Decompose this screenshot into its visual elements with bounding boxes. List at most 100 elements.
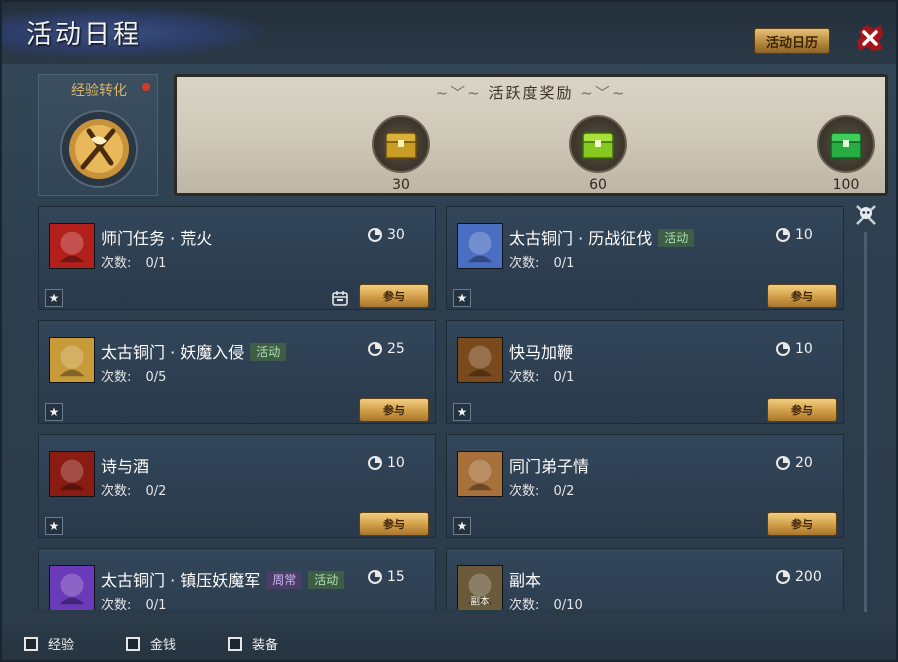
- count-value: 0/2: [553, 484, 575, 499]
- activity-name: 同门弟子情: [509, 453, 589, 477]
- activity-card: 太古铜门 · 镇压妖魔军周常活动 次数: 0/1 15 ★ 参与: [38, 548, 436, 610]
- count-label: 次数:: [509, 370, 540, 385]
- points-value: 10: [795, 341, 813, 357]
- activity-points-icon: [776, 456, 790, 470]
- checkbox[interactable]: [126, 636, 140, 651]
- star-icon: ★: [48, 291, 60, 305]
- activity-count: 次数: 0/2: [509, 480, 574, 499]
- count-label: 次数:: [101, 256, 132, 271]
- activity-title: 太古铜门 · 镇压妖魔军: [101, 571, 261, 590]
- chest-value: 100: [832, 177, 860, 193]
- activity-title: 同门弟子情: [509, 457, 590, 476]
- points-value: 15: [387, 569, 405, 585]
- star-icon: ★: [48, 405, 60, 419]
- favorite-star-button[interactable]: ★: [45, 289, 63, 307]
- favorite-star-button[interactable]: ★: [453, 289, 471, 307]
- activity-count: 次数: 0/10: [509, 594, 583, 610]
- count-value: 0/2: [145, 484, 167, 499]
- activity-card: 太古铜门 · 历战征伐 活动 次数: 0/1 10 ★ 参与: [446, 206, 844, 310]
- activity-icon: [49, 565, 95, 610]
- activity-icon: [457, 451, 503, 497]
- activity-name: 快马加鞭: [509, 339, 573, 363]
- notification-dot: [142, 83, 150, 91]
- filter-exp[interactable]: 经验: [24, 634, 74, 653]
- reward-chest-100[interactable]: [817, 115, 875, 173]
- activity-card: 诗与酒 次数: 0/2 10 ★ 参与: [38, 434, 436, 538]
- scrollbar[interactable]: [854, 202, 878, 612]
- activity-name: 师门任务 · 荒火: [101, 225, 212, 249]
- filter-money[interactable]: 金钱: [126, 634, 176, 653]
- activity-points-icon: [776, 342, 790, 356]
- activity-points: 10: [775, 341, 813, 357]
- calendar-icon[interactable]: [331, 289, 349, 307]
- star-icon: ★: [456, 519, 468, 533]
- points-value: 200: [795, 569, 822, 585]
- activity-points-icon: [368, 342, 382, 356]
- reward-title: ~﹀~ 活跃度奖励 ~﹀~: [435, 84, 627, 102]
- filter-label: 金钱: [150, 638, 177, 653]
- activity-list: 师门任务 · 荒火 次数: 0/1 30 ★ 参与 太古铜门 · 历战征伐 活动…: [38, 206, 844, 610]
- reward-chest-60[interactable]: [569, 115, 627, 173]
- points-value: 30: [387, 227, 405, 243]
- favorite-star-button[interactable]: ★: [453, 517, 471, 535]
- close-button[interactable]: [852, 20, 888, 56]
- activity-title: 副本: [509, 571, 542, 590]
- checkbox[interactable]: [228, 636, 242, 651]
- emerald-chest-icon: [830, 132, 862, 159]
- filter-bar: 经验 金钱 装备: [2, 614, 896, 660]
- activity-points-icon: [368, 570, 382, 584]
- activity-tag: 活动: [250, 343, 287, 361]
- join-button[interactable]: 参与: [359, 284, 429, 308]
- favorite-star-button[interactable]: ★: [45, 403, 63, 421]
- activity-count: 次数: 0/5: [101, 366, 166, 385]
- activity-points: 30: [367, 227, 405, 243]
- activity-points: 10: [367, 455, 405, 471]
- star-icon: ★: [48, 519, 60, 533]
- favorite-star-button[interactable]: ★: [45, 517, 63, 535]
- gold-chest-icon: [385, 132, 417, 159]
- chest-value: 60: [589, 177, 607, 193]
- title-bar: 活动日程 活动日历: [2, 2, 896, 64]
- star-icon: ★: [456, 405, 468, 419]
- count-value: 0/5: [145, 370, 167, 385]
- activity-icon: 副本: [457, 565, 503, 610]
- join-button[interactable]: 参与: [767, 284, 837, 308]
- activity-count: 次数: 0/2: [101, 480, 166, 499]
- filter-label: 经验: [48, 638, 75, 653]
- activity-points: 15: [367, 569, 405, 585]
- activity-name: 副本: [509, 567, 541, 591]
- sword-emblem-icon: [60, 110, 138, 188]
- activity-card: 太古铜门 · 妖魔入侵 活动 次数: 0/5 25 ★ 参与: [38, 320, 436, 424]
- activity-calendar-button[interactable]: 活动日历: [754, 28, 830, 54]
- count-label: 次数:: [101, 370, 132, 385]
- activity-points: 25: [367, 341, 405, 357]
- activity-name: 诗与酒: [101, 453, 149, 477]
- skull-crossbones-icon: [856, 205, 876, 225]
- activity-schedule-window: 活动日程 活动日历 经验转化 ~﹀~ 活跃度奖励 ~﹀~ 30 60 100 师…: [0, 0, 898, 662]
- star-icon: ★: [456, 291, 468, 305]
- exp-convert-panel[interactable]: 经验转化: [38, 74, 158, 196]
- join-button[interactable]: 参与: [359, 398, 429, 422]
- filter-label: 装备: [252, 638, 279, 653]
- activity-name: 太古铜门 · 妖魔入侵 活动: [101, 339, 287, 363]
- reward-chest-30[interactable]: [372, 115, 430, 173]
- chest-value: 30: [392, 177, 410, 193]
- activity-icon: [457, 337, 503, 383]
- count-label: 次数:: [509, 256, 540, 271]
- activity-points-icon: [368, 228, 382, 242]
- join-button[interactable]: 参与: [767, 512, 837, 536]
- activity-card: 副本 副本 次数: 0/10 200 ★ 参与: [446, 548, 844, 610]
- favorite-star-button[interactable]: ★: [453, 403, 471, 421]
- activity-count: 次数: 0/1: [509, 252, 574, 271]
- checkbox[interactable]: [24, 636, 38, 651]
- join-button[interactable]: 参与: [767, 398, 837, 422]
- filter-equipment[interactable]: 装备: [228, 634, 278, 653]
- close-icon: [857, 25, 883, 51]
- activity-icon-text: 副本: [470, 595, 490, 607]
- scrollbar-track[interactable]: [864, 232, 867, 612]
- points-value: 10: [795, 227, 813, 243]
- activity-card: 同门弟子情 次数: 0/2 20 ★ 参与: [446, 434, 844, 538]
- activity-tag: 活动: [308, 571, 345, 589]
- count-label: 次数:: [509, 484, 540, 499]
- join-button[interactable]: 参与: [359, 512, 429, 536]
